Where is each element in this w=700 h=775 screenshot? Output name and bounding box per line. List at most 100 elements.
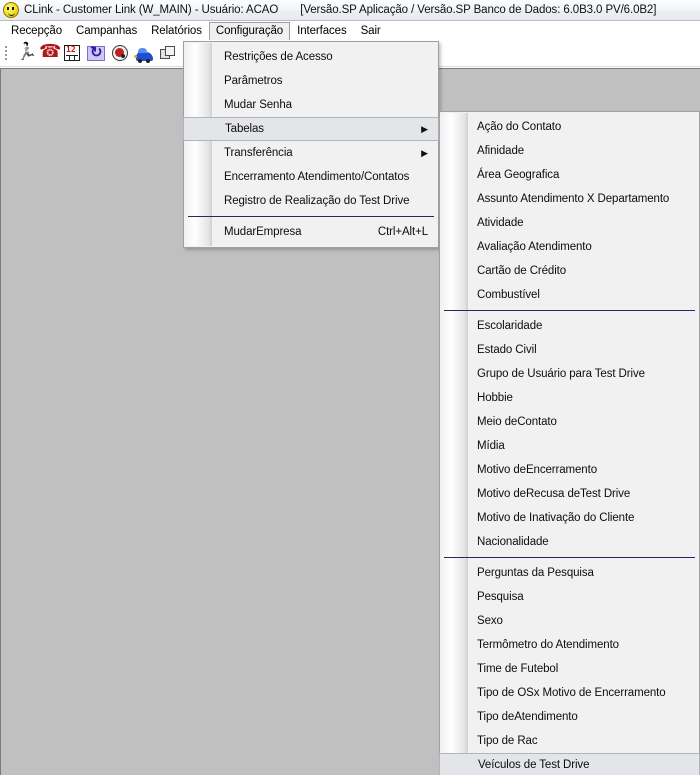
menu-item-mudar-senha[interactable]: Mudar Senha: [184, 93, 438, 117]
menu-item-encerramento-atendimento-contatos[interactable]: Encerramento Atendimento/Contatos: [184, 165, 438, 189]
disc-record-icon: [112, 45, 128, 61]
toolbar-button-boxes[interactable]: [156, 41, 180, 65]
toolbar-button-disc[interactable]: [108, 41, 132, 65]
menu-item-label: Encerramento Atendimento/Contatos: [224, 171, 410, 183]
window-title: CLink - Customer Link (W_MAIN) - Usuário…: [24, 4, 279, 16]
menu-item-label: Registro de Realização do Test Drive: [224, 195, 410, 207]
menu-item-label: Time de Futebol: [477, 663, 559, 675]
menu-separator: [444, 310, 695, 311]
menu-item-nacionalidade[interactable]: Nacionalidade: [440, 530, 699, 554]
menubar-item-campanhas[interactable]: Campanhas: [69, 22, 144, 41]
menu-item-label: Hobbie: [477, 392, 513, 404]
menu-item-registro-realizacao-test-drive[interactable]: Registro de Realização do Test Drive: [184, 189, 438, 213]
calculator-icon: [64, 45, 80, 61]
menu-item-label: Tipo de OSx Motivo de Encerramento: [477, 687, 666, 699]
menu-item-area-geografica[interactable]: Área Geografica: [440, 163, 699, 187]
menu-item-label: Parâmetros: [224, 75, 283, 87]
menu-item-label: Assunto Atendimento X Departamento: [477, 193, 670, 205]
menu-item-shortcut: Ctrl+Alt+L: [377, 226, 428, 238]
menu-separator: [444, 557, 695, 558]
menu-item-parametros[interactable]: Parâmetros: [184, 69, 438, 93]
menu-item-mudar-empresa[interactable]: MudarEmpresa Ctrl+Alt+L: [184, 220, 438, 244]
menu-item-atividade[interactable]: Atividade: [440, 211, 699, 235]
toolbar-button-telephone[interactable]: [36, 41, 61, 65]
menu-item-label: Motivo de Inativação do Cliente: [477, 512, 635, 524]
menu-item-termometro-do-atendimento[interactable]: Termômetro do Atendimento: [440, 633, 699, 657]
menu-item-time-de-futebol[interactable]: Time de Futebol: [440, 657, 699, 681]
menu-item-label: Tabelas: [225, 123, 264, 135]
toolbar-button-runner[interactable]: [12, 41, 36, 65]
menu-item-cartao-de-credito[interactable]: Cartão de Crédito: [440, 259, 699, 283]
menu-item-estado-civil[interactable]: Estado Civil: [440, 338, 699, 362]
menu-item-label: Avaliação Atendimento: [477, 241, 592, 253]
menu-item-label: Combustível: [477, 289, 540, 301]
menu-item-label: Estado Civil: [477, 344, 537, 356]
runner-icon: [15, 44, 33, 62]
menu-item-escolaridade[interactable]: Escolaridade: [440, 314, 699, 338]
smiley-face-icon: [3, 2, 19, 18]
menu-item-label: Atividade: [477, 217, 524, 229]
menu-item-tipo-de-rac[interactable]: Tipo de Rac: [440, 729, 699, 753]
menubar-item-recepcao[interactable]: Recepção: [4, 22, 69, 41]
menu-item-tabelas[interactable]: Tabelas ▶: [183, 117, 439, 141]
menu-tabelas: Ação do Contato Afinidade Área Geografic…: [439, 111, 700, 775]
menu-item-grupo-de-usuario-para-test-drive[interactable]: Grupo de Usuário para Test Drive: [440, 362, 699, 386]
menu-item-label: Mudar Senha: [224, 99, 292, 111]
menu-item-acao-do-contato[interactable]: Ação do Contato: [440, 115, 699, 139]
menu-item-label: Veículos de Test Drive: [478, 759, 590, 771]
toolbar-grip[interactable]: [2, 43, 9, 63]
menubar-item-sair[interactable]: Sair: [354, 22, 388, 41]
menubar-item-relatorios[interactable]: Relatórios: [144, 22, 209, 41]
chevron-right-icon: ▶: [421, 123, 428, 134]
menu-item-label: Afinidade: [477, 145, 525, 157]
menu-item-label: Restrições de Acesso: [224, 51, 333, 63]
menu-item-label: Perguntas da Pesquisa: [477, 567, 594, 579]
menu-tabelas-items: Ação do Contato Afinidade Área Geografic…: [439, 112, 700, 775]
menu-item-label: Nacionalidade: [477, 536, 549, 548]
menu-item-label: Termômetro do Atendimento: [477, 639, 619, 651]
menu-item-label: MudarEmpresa: [224, 226, 302, 238]
menu-item-perguntas-da-pesquisa[interactable]: Perguntas da Pesquisa: [440, 561, 699, 585]
menu-configuracao-items: Restrições de Acesso Parâmetros Mudar Se…: [183, 42, 439, 247]
menu-item-label: Motivo deEncerramento: [477, 464, 597, 476]
menubar-item-interfaces[interactable]: Interfaces: [290, 22, 354, 41]
toolbar-button-car[interactable]: [132, 41, 156, 65]
chevron-right-icon: ▶: [421, 147, 428, 158]
car-icon: [132, 47, 153, 63]
menu-item-afinidade[interactable]: Afinidade: [440, 139, 699, 163]
menu-item-hobbie[interactable]: Hobbie: [440, 386, 699, 410]
menu-item-veiculos-de-test-drive[interactable]: Veículos de Test Drive: [439, 753, 700, 775]
menu-configuracao: Restrições de Acesso Parâmetros Mudar Se…: [183, 41, 439, 248]
application-window: CLink - Customer Link (W_MAIN) - Usuário…: [0, 0, 700, 775]
menu-item-sexo[interactable]: Sexo: [440, 609, 699, 633]
menu-item-label: Área Geografica: [477, 169, 560, 181]
menu-item-meio-de-contato[interactable]: Meio deContato: [440, 410, 699, 434]
menu-item-label: Tipo de Rac: [477, 735, 538, 747]
menu-item-label: Meio deContato: [477, 416, 557, 428]
menubar-item-configuracao[interactable]: Configuração: [208, 21, 291, 41]
menu-item-restricoes-de-acesso[interactable]: Restrições de Acesso: [184, 45, 438, 69]
menu-item-midia[interactable]: Mídia: [440, 434, 699, 458]
menu-item-label: Pesquisa: [477, 591, 524, 603]
telephone-icon: [39, 41, 61, 62]
toolbar-button-calculator[interactable]: [60, 41, 84, 65]
menu-item-tipo-de-os-x-motivo-de-encerramento[interactable]: Tipo de OSx Motivo de Encerramento: [440, 681, 699, 705]
boxes-icon: [160, 46, 176, 60]
menu-item-motivo-de-inativacao-do-cliente[interactable]: Motivo de Inativação do Cliente: [440, 506, 699, 530]
menu-item-assunto-atendimento-x-departamento[interactable]: Assunto Atendimento X Departamento: [440, 187, 699, 211]
menu-item-label: Motivo deRecusa deTest Drive: [477, 488, 631, 500]
menu-item-combustivel[interactable]: Combustível: [440, 283, 699, 307]
menu-item-avaliacao-atendimento[interactable]: Avaliação Atendimento: [440, 235, 699, 259]
window-version-info: [Versão.SP Aplicação / Versão.SP Banco d…: [300, 4, 657, 16]
menu-item-label: Transferência: [224, 147, 293, 159]
menu-item-tipo-de-atendimento[interactable]: Tipo deAtendimento: [440, 705, 699, 729]
menu-item-label: Escolaridade: [477, 320, 543, 332]
menu-item-motivo-de-recusa-de-test-drive[interactable]: Motivo deRecusa deTest Drive: [440, 482, 699, 506]
toolbar-button-sync[interactable]: [84, 41, 108, 65]
title-bar: CLink - Customer Link (W_MAIN) - Usuário…: [0, 0, 700, 21]
menu-item-pesquisa[interactable]: Pesquisa: [440, 585, 699, 609]
menu-separator: [188, 216, 434, 217]
menu-bar: Recepção Campanhas Relatórios Configuraç…: [0, 21, 700, 41]
menu-item-motivo-de-encerramento[interactable]: Motivo deEncerramento: [440, 458, 699, 482]
menu-item-transferencia[interactable]: Transferência ▶: [184, 141, 438, 165]
